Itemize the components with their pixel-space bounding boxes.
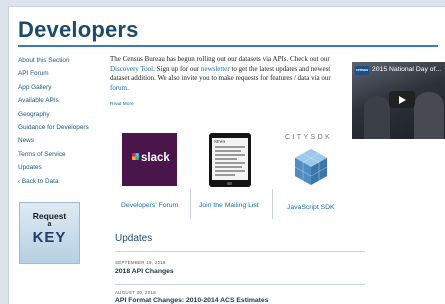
video-title: 2015 National Day of...: [372, 66, 442, 73]
tablet-screen: NEWS: [212, 138, 248, 180]
news-divider: [115, 284, 365, 285]
text-line: [215, 166, 242, 168]
news-date: SEPTEMBER 19, 2018: [115, 260, 166, 265]
sidebar-item-about[interactable]: About this Section: [18, 54, 98, 67]
key-card-line3: KEY: [32, 229, 67, 246]
sidebar-item-guidance[interactable]: Guidance for Developers: [18, 121, 98, 134]
discovery-tool-link[interactable]: Discovery Tool: [110, 65, 153, 73]
sidebar-item-available-apis[interactable]: Available APIs: [18, 94, 98, 107]
tablet-home-button: [227, 182, 232, 185]
request-key-button[interactable]: Request a KEY: [19, 202, 80, 264]
video-figure: [414, 92, 444, 139]
text-line: [215, 158, 237, 160]
page: Developers About this Section API Forum …: [8, 6, 445, 304]
forum-link[interactable]: forum: [110, 84, 127, 92]
sidebar-item-updates[interactable]: Updates: [18, 161, 98, 174]
text-line: [215, 146, 245, 148]
news-date: AUGUST 30, 2018: [115, 290, 157, 295]
updates-divider: [115, 251, 365, 252]
news-title-link[interactable]: 2018 API Changes: [115, 268, 174, 275]
citysdk-logo-icon[interactable]: [291, 147, 331, 187]
text-line: [215, 174, 235, 176]
slack-icon: [132, 153, 139, 161]
intro-paragraph: The Census Bureau has begun rolling out …: [110, 55, 344, 93]
intro-text-1: The Census Bureau has begun rolling out …: [110, 55, 330, 63]
updates-heading: Updates: [115, 233, 153, 244]
javascript-sdk-link[interactable]: JavaScript SDK: [287, 204, 335, 211]
slack-logo[interactable]: slack: [122, 133, 177, 186]
newsletter-link[interactable]: newsletter: [201, 65, 230, 73]
mailing-list-link[interactable]: Join the Mailing List: [199, 202, 259, 209]
text-line: [215, 170, 245, 172]
sidebar-item-news[interactable]: News: [18, 134, 98, 147]
sidebar: About this Section API Forum App Gallery…: [18, 54, 98, 188]
read-more-link[interactable]: Read More: [110, 102, 134, 107]
intro-text-4: .: [127, 83, 129, 92]
title-divider: [18, 45, 438, 47]
text-line: [215, 162, 245, 164]
slack-text: slack: [141, 152, 170, 164]
page-title: Developers: [18, 17, 139, 42]
news-heading: NEWS: [214, 139, 226, 144]
back-to-data-label: Back to Data: [21, 177, 59, 185]
text-line: [215, 154, 245, 156]
newsletter-tablet-image[interactable]: NEWS: [209, 133, 251, 187]
developers-forum-link[interactable]: Developers' Forum: [121, 202, 178, 209]
text-line: [215, 150, 241, 152]
key-card-line2: a: [47, 221, 52, 228]
video-figure: [364, 96, 390, 139]
play-icon[interactable]: [389, 91, 415, 108]
census-logo-icon: census: [355, 66, 369, 75]
video-player[interactable]: census 2015 National Day of...: [352, 62, 445, 139]
sidebar-item-app-gallery[interactable]: App Gallery: [18, 81, 98, 94]
sidebar-item-geography[interactable]: Geography: [18, 108, 98, 121]
sidebar-item-terms[interactable]: Terms of Service: [18, 148, 98, 161]
slack-wordmark: slack: [132, 152, 170, 164]
back-to-data-link[interactable]: ‹ Back to Data: [18, 175, 98, 188]
tile-divider: [190, 189, 191, 219]
key-card-line1: Request: [32, 211, 67, 221]
tile-divider: [272, 189, 273, 219]
citysdk-wordmark: CITYSDK: [285, 134, 333, 141]
sidebar-item-api-forum[interactable]: API Forum: [18, 67, 98, 80]
intro-text-2: . Sign up for our: [153, 64, 201, 73]
